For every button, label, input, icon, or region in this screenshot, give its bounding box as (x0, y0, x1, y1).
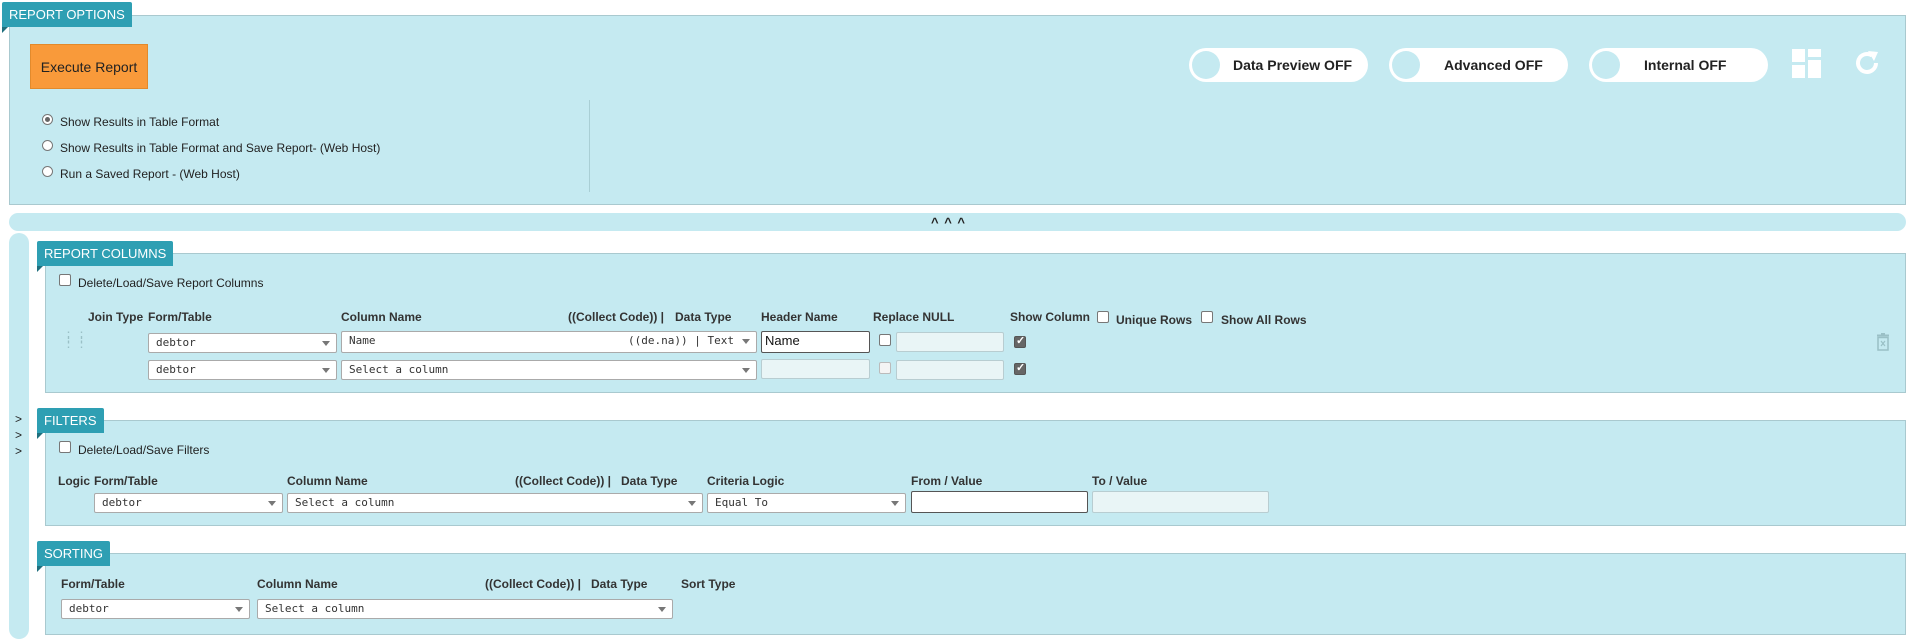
delete-load-save-filters-label: Delete/Load/Save Filters (78, 443, 210, 457)
report-options-tab[interactable]: REPORT OPTIONS (2, 2, 132, 33)
delete-load-save-columns-label: Delete/Load/Save Report Columns (78, 276, 264, 290)
advanced-toggle[interactable]: Advanced OFF (1389, 48, 1568, 82)
header-replace-null: Replace NULL (873, 310, 955, 324)
select-value: Name (349, 334, 376, 347)
select-value: debtor (156, 363, 196, 376)
toggle-label: Data Preview OFF (1233, 57, 1353, 73)
chevron-down-icon (688, 501, 696, 506)
row-column-select[interactable]: Name ((de.na)) | Text (341, 331, 757, 353)
chevron-down-icon (658, 607, 666, 612)
from-value-input[interactable] (911, 491, 1088, 513)
data-preview-toggle[interactable]: Data Preview OFF (1189, 48, 1368, 82)
row-table-select[interactable]: debtor (148, 360, 337, 380)
chevron-down-icon (322, 368, 330, 373)
radio-table-format-save[interactable] (42, 140, 53, 151)
expand-arrow[interactable]: > (15, 428, 22, 442)
collect-code-value: ((de.na)) | Text (628, 334, 734, 347)
header-logic: Logic (58, 474, 90, 488)
toggle-label: Advanced OFF (1444, 57, 1543, 73)
radio-label: Show Results in Table Format (60, 115, 220, 129)
toggle-label: Internal OFF (1644, 57, 1727, 73)
unique-rows-label: Unique Rows (1116, 313, 1193, 327)
expand-arrow[interactable]: > (15, 444, 22, 458)
header-name-input[interactable]: Name (761, 331, 870, 353)
header-name-input (761, 359, 870, 379)
delete-row-icon[interactable] (1876, 333, 1890, 351)
header-from-value: From / Value (911, 474, 983, 488)
internal-toggle[interactable]: Internal OFF (1589, 48, 1768, 82)
layout-grid-icon[interactable] (1791, 48, 1822, 79)
show-all-rows-checkbox[interactable] (1201, 311, 1213, 323)
header-collect-code: ((Collect Code)) | (485, 577, 582, 591)
header-join-type: Join Type (88, 310, 144, 324)
radio-table-format[interactable] (42, 114, 53, 125)
chevron-down-icon (742, 368, 750, 373)
chevron-down-icon (742, 339, 750, 344)
header-form-table: Form/Table (148, 310, 212, 324)
header-data-type: Data Type (591, 577, 648, 591)
header-form-table: Form/Table (61, 577, 125, 591)
header-form-table: Form/Table (94, 474, 158, 488)
chevron-down-icon (322, 341, 330, 346)
radio-run-saved-report[interactable] (42, 166, 53, 177)
delete-load-save-filters-checkbox[interactable] (59, 441, 71, 453)
replace-null-input (896, 332, 1004, 352)
header-column-name: Column Name (257, 577, 338, 591)
header-column-name: Column Name (287, 474, 368, 488)
header-show-column: Show Column (1010, 310, 1090, 324)
sort-table-select[interactable]: debtor (61, 599, 250, 619)
header-sort-type: Sort Type (681, 577, 736, 591)
radio-label: Run a Saved Report - (Web Host) (60, 167, 240, 181)
drag-handle-icon[interactable]: ⋮⋮ ⋮⋮ (62, 330, 88, 349)
unique-rows-checkbox[interactable] (1097, 311, 1109, 323)
show-column-checkbox[interactable] (1014, 361, 1026, 375)
header-collect-code: ((Collect Code)) | (568, 310, 665, 324)
header-header-name: Header Name (761, 310, 838, 324)
refresh-icon[interactable] (1852, 48, 1882, 78)
replace-null-checkbox (879, 362, 891, 374)
select-value: Select a column (265, 602, 365, 615)
execute-report-button[interactable]: Execute Report (30, 44, 148, 89)
chevron-down-icon (268, 501, 276, 506)
select-value: debtor (102, 496, 142, 509)
select-value: debtor (156, 336, 196, 349)
report-columns-tab[interactable]: REPORT COLUMNS (37, 241, 174, 272)
toggle-knob (1192, 51, 1220, 79)
sorting-tab[interactable]: SORTING (37, 541, 110, 572)
sort-column-select[interactable]: Select a column (257, 599, 673, 619)
criteria-logic-select[interactable]: Equal To (707, 493, 906, 513)
select-value: Select a column (349, 363, 449, 376)
radio-label: Show Results in Table Format and Save Re… (60, 141, 381, 155)
collapse-arrows: ^ ^ ^ (931, 215, 966, 230)
row-table-select[interactable]: debtor (148, 333, 337, 353)
to-value-input (1092, 491, 1269, 513)
delete-load-save-columns-checkbox[interactable] (59, 274, 71, 286)
expand-arrow[interactable]: > (15, 412, 22, 426)
header-criteria-logic: Criteria Logic (707, 474, 785, 488)
select-value: debtor (69, 602, 109, 615)
replace-null-checkbox[interactable] (879, 334, 891, 346)
header-collect-code: ((Collect Code)) | (515, 474, 612, 488)
header-to-value: To / Value (1092, 474, 1148, 488)
show-all-rows-label: Show All Rows (1221, 313, 1307, 327)
filter-table-select[interactable]: debtor (94, 493, 283, 513)
report-options-panel (9, 15, 1906, 205)
toggle-knob (1392, 51, 1420, 79)
header-column-name: Column Name (341, 310, 422, 324)
replace-null-input (896, 360, 1004, 380)
chevron-down-icon (235, 607, 243, 612)
select-value: Select a column (295, 496, 395, 509)
select-value: Equal To (715, 496, 768, 509)
sorting-panel (45, 553, 1906, 635)
collapse-bar[interactable]: ^ ^ ^ (9, 213, 1906, 231)
filters-tab[interactable]: FILTERS (37, 408, 104, 439)
filter-column-select[interactable]: Select a column (287, 493, 703, 513)
header-data-type: Data Type (621, 474, 678, 488)
row-column-select[interactable]: Select a column (341, 360, 757, 380)
options-divider (589, 100, 590, 192)
show-column-checkbox[interactable] (1014, 334, 1026, 348)
toggle-knob (1592, 51, 1620, 79)
chevron-down-icon (891, 501, 899, 506)
header-data-type: Data Type (675, 310, 732, 324)
